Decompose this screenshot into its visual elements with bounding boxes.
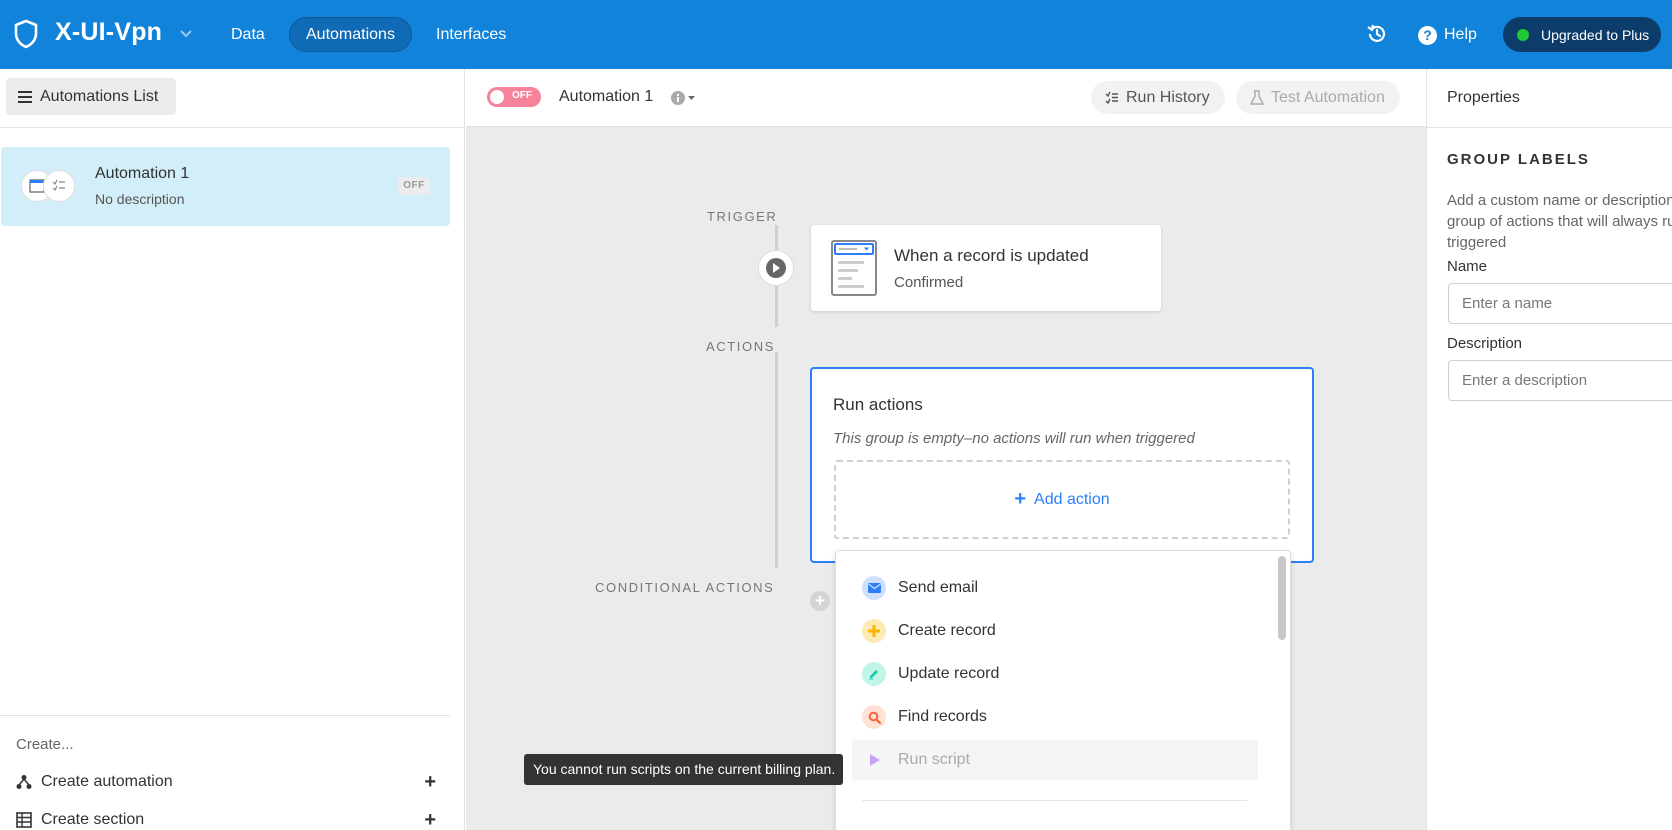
automation-icons — [21, 170, 77, 202]
plus-icon — [862, 619, 886, 643]
name-field[interactable] — [1448, 283, 1672, 324]
description-label: Description — [1447, 335, 1523, 352]
record-form-icon — [831, 240, 877, 296]
automation-icon — [16, 775, 32, 789]
automation-title[interactable]: Automation 1 — [559, 88, 653, 106]
question-icon: ? — [1418, 25, 1437, 45]
base-name[interactable]: X-UI-Vpn — [55, 18, 162, 47]
automations-sidebar: Automations List Automation 1 No descrip… — [0, 69, 465, 830]
table-icon — [16, 812, 32, 828]
action-find-records[interactable]: Find records — [852, 697, 1258, 737]
action-label: Create record — [898, 622, 996, 639]
create-section-button[interactable]: Create section + — [16, 807, 436, 830]
automations-list-button[interactable]: Automations List — [6, 78, 176, 115]
help-button[interactable]: ? Help — [1418, 20, 1477, 50]
run-actions-title: Run actions — [833, 395, 923, 414]
connector-line — [775, 225, 778, 250]
add-action-button[interactable]: + Add action — [834, 460, 1290, 539]
pencil-icon — [862, 662, 886, 686]
top-bar: X-UI-Vpn Data Automations Interfaces ? H… — [0, 0, 1672, 69]
chevron-down-icon[interactable] — [178, 28, 194, 40]
properties-panel: Properties GROUP LABELS Add a custom nam… — [1426, 69, 1672, 830]
automation-header: OFF Automation 1 Run History Test Automa… — [466, 69, 1426, 127]
action-run-script[interactable]: Run script — [852, 740, 1258, 780]
status-dot-icon — [1517, 28, 1529, 41]
toggle-knob — [490, 90, 504, 104]
action-create-record[interactable]: Create record — [852, 611, 1258, 651]
create-automation-label: Create automation — [41, 773, 173, 790]
automation-name: Automation 1 — [95, 165, 190, 182]
run-actions-card[interactable]: Run actions This group is empty–no actio… — [810, 367, 1314, 563]
envelope-icon — [862, 576, 886, 600]
action-label: Update record — [898, 665, 1000, 682]
add-action-label: Add action — [1034, 490, 1110, 508]
divider — [0, 715, 450, 716]
add-conditional-button[interactable]: + — [810, 591, 830, 611]
search-icon — [862, 705, 886, 729]
plus-icon: + — [1014, 488, 1027, 510]
group-labels-description: Add a custom name or description for thi… — [1447, 192, 1672, 251]
test-automation-label: Test Automation — [1271, 88, 1385, 106]
plus-icon: + — [424, 770, 436, 793]
hamburger-icon — [18, 90, 32, 103]
help-label: Help — [1444, 26, 1477, 43]
dropdown-scrollbar[interactable] — [1278, 556, 1286, 640]
empty-group-text: This group is empty–no actions will run … — [833, 430, 1195, 447]
divider — [862, 800, 1247, 801]
divider — [0, 127, 465, 128]
status-badge: OFF — [398, 177, 430, 195]
trigger-title: When a record is updated — [894, 246, 1089, 265]
flask-icon — [1250, 89, 1264, 105]
run-history-label: Run History — [1126, 88, 1210, 106]
plan-badge[interactable]: Upgraded to Plus — [1503, 17, 1661, 52]
run-trigger-button[interactable] — [758, 250, 794, 286]
create-automation-button[interactable]: Create automation + — [16, 769, 436, 795]
run-history-button[interactable]: Run History — [1091, 81, 1225, 114]
action-update-record[interactable]: Update record — [852, 654, 1258, 694]
history-icon[interactable] — [1365, 22, 1389, 46]
name-label: Name — [1447, 258, 1488, 275]
action-label: Find records — [898, 708, 987, 725]
plan-label: Upgraded to Plus — [1541, 26, 1650, 43]
actions-section-label: ACTIONS — [706, 339, 775, 354]
plus-icon: + — [424, 808, 436, 830]
action-label: Run script — [898, 751, 971, 768]
play-icon — [766, 258, 786, 278]
automations-list-label: Automations List — [40, 87, 159, 105]
toggle-label: OFF — [512, 90, 532, 101]
trigger-section-label: TRIGGER — [707, 209, 778, 224]
create-section-label: Create section — [41, 811, 145, 828]
description-field[interactable] — [1448, 360, 1672, 401]
trigger-card[interactable]: When a record is updated Confirmed — [811, 225, 1161, 311]
checklist-icon — [43, 170, 75, 202]
connector-line — [775, 352, 778, 568]
connector-line — [775, 286, 778, 327]
action-type-dropdown: Send email Create record Update record F… — [835, 550, 1291, 830]
shield-logo-icon[interactable] — [13, 19, 39, 49]
billing-plan-tooltip: You cannot run scripts on the current bi… — [524, 754, 843, 785]
nav-data[interactable]: Data — [215, 17, 281, 52]
automation-description: No description — [95, 191, 185, 207]
automation-toggle[interactable]: OFF — [487, 87, 541, 107]
automation-canvas: TRIGGER ACTIONS CONDITIONAL ACTIONS When… — [466, 127, 1426, 830]
test-automation-button[interactable]: Test Automation — [1236, 81, 1400, 114]
group-labels-heading: GROUP LABELS — [1447, 151, 1590, 168]
nav-interfaces[interactable]: Interfaces — [420, 17, 522, 52]
trigger-subtitle: Confirmed — [894, 274, 964, 291]
play-icon — [862, 748, 886, 772]
info-icon[interactable] — [670, 90, 698, 106]
divider — [1427, 127, 1672, 128]
checklist-icon — [1105, 91, 1118, 104]
action-label: Send email — [898, 579, 979, 596]
conditional-actions-label: CONDITIONAL ACTIONS — [595, 580, 775, 595]
automation-list-item[interactable]: Automation 1 No description OFF — [1, 147, 450, 226]
action-send-email[interactable]: Send email — [852, 568, 1258, 608]
create-label: Create... — [16, 736, 74, 753]
nav-automations[interactable]: Automations — [289, 17, 412, 52]
properties-header: Properties — [1447, 89, 1520, 106]
